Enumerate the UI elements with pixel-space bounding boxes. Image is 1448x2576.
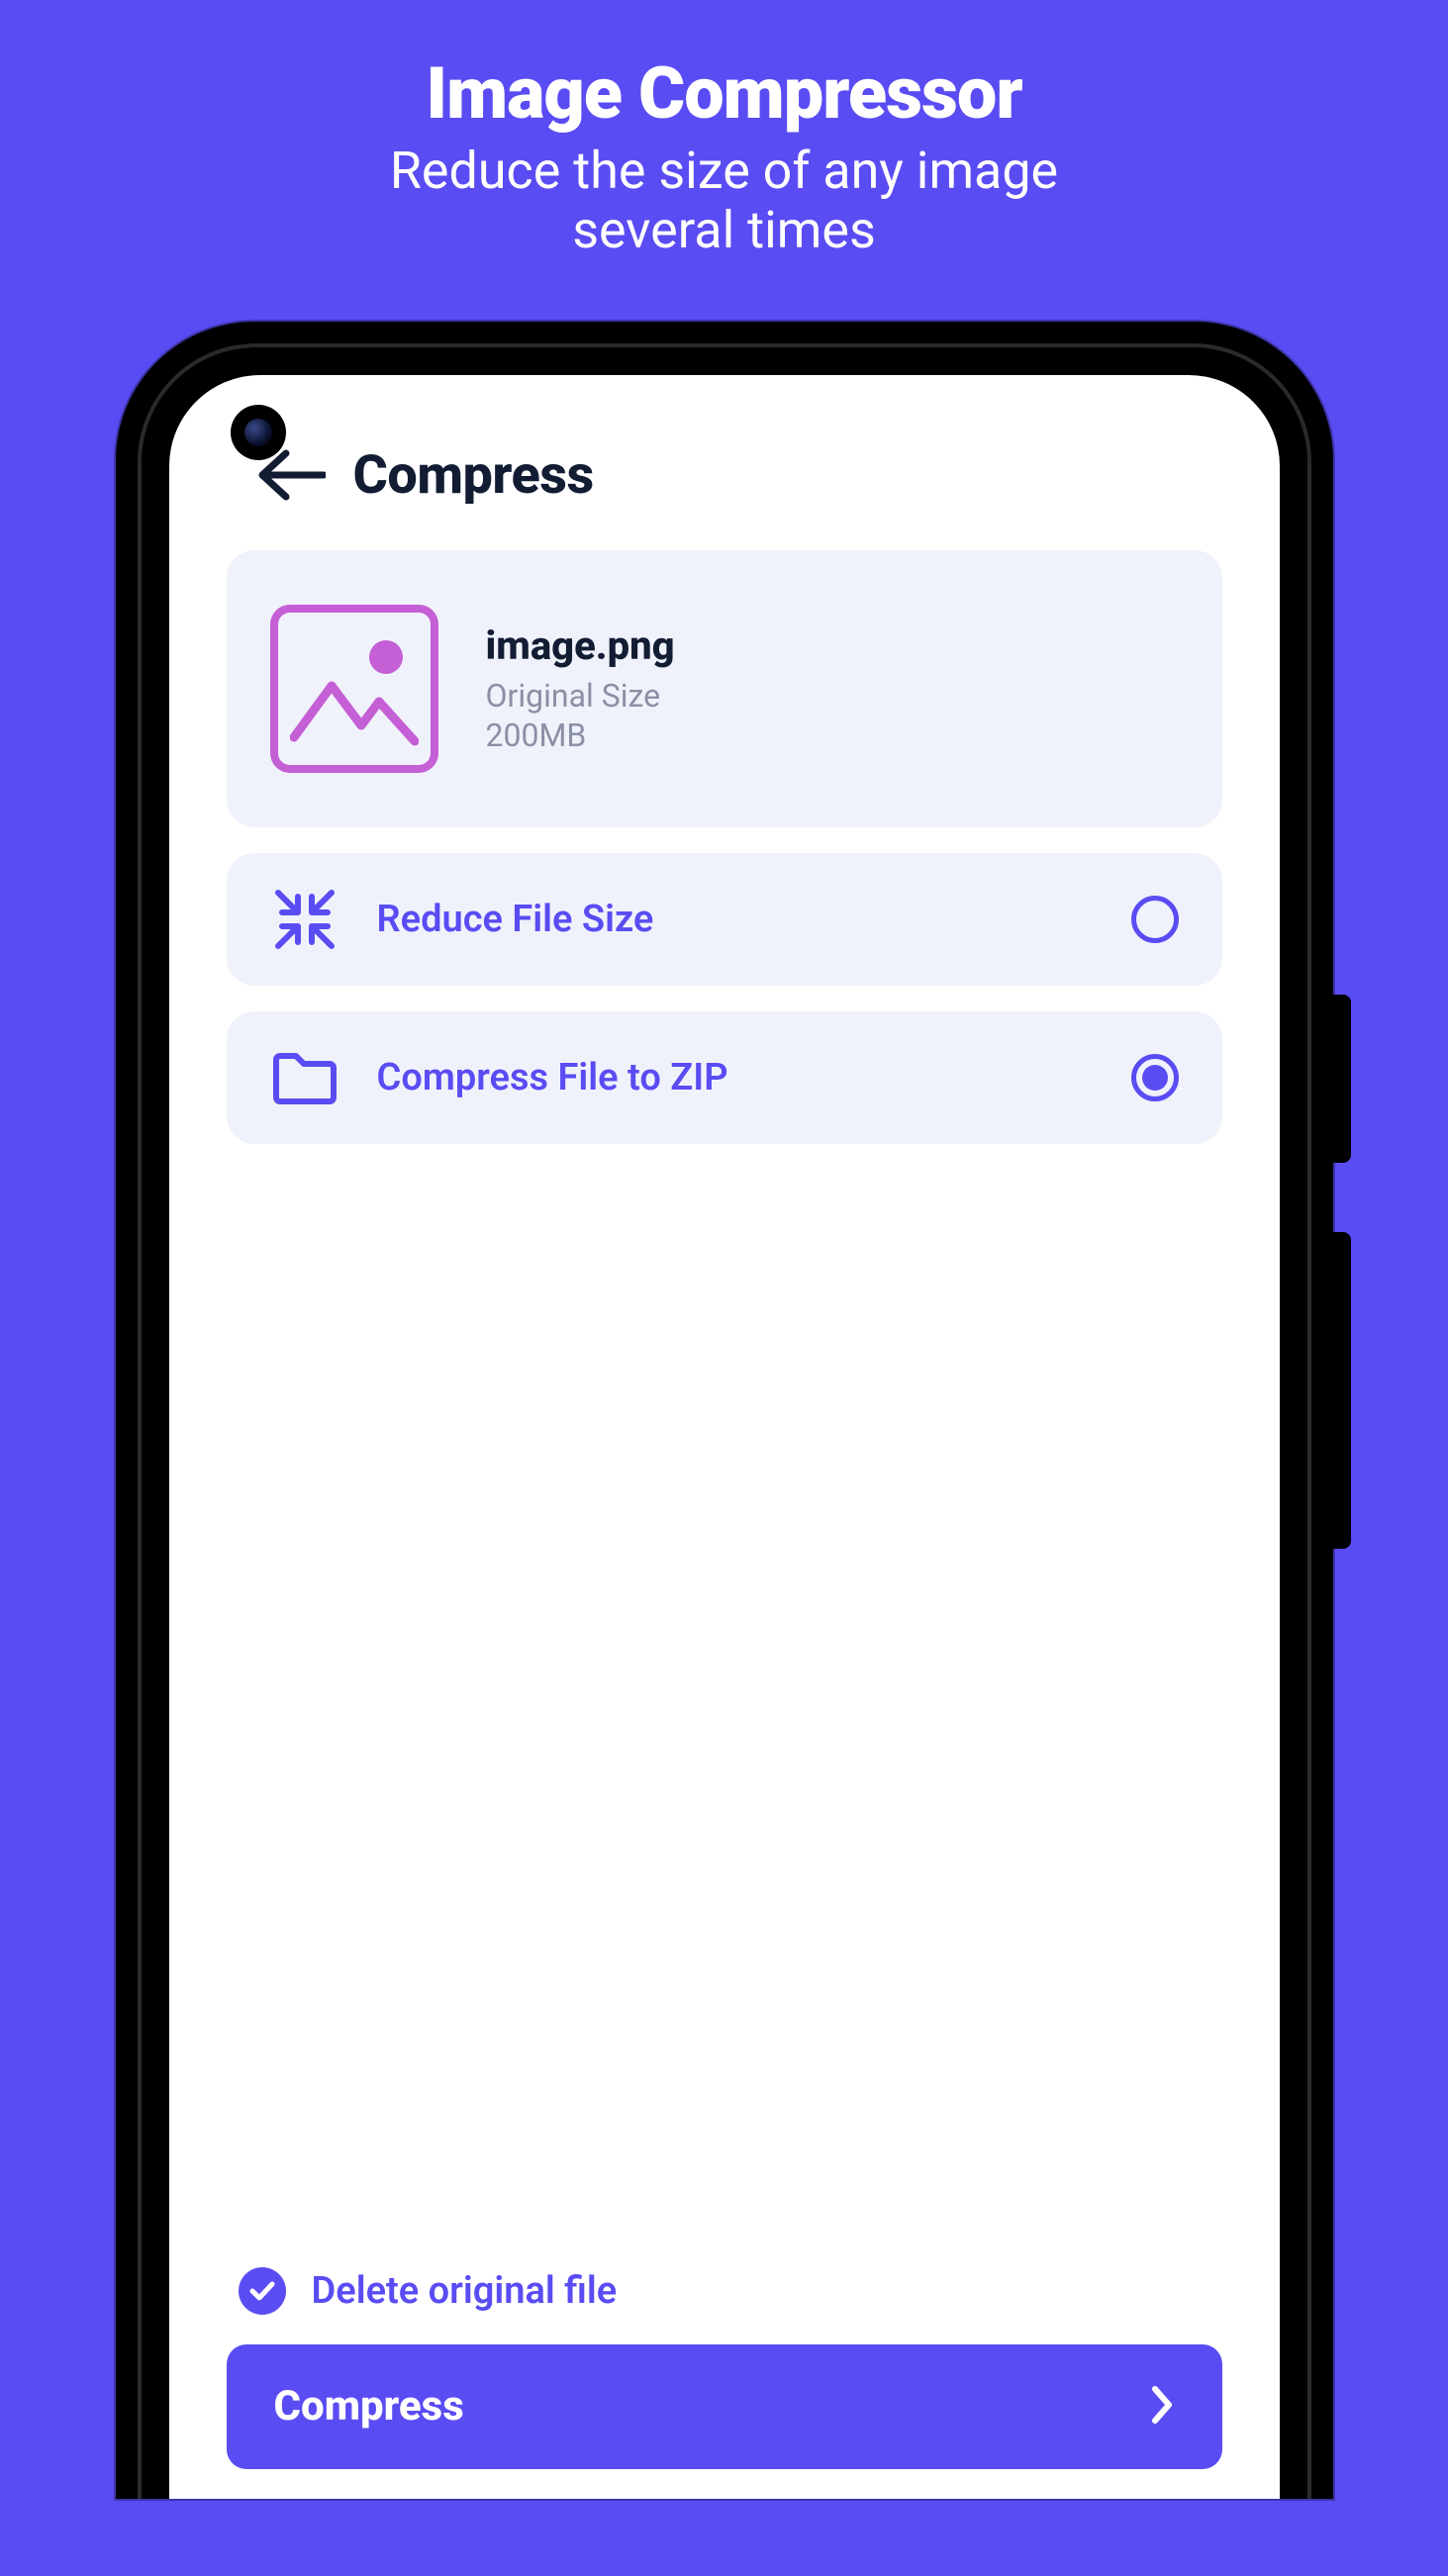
- compress-button-label: Compress: [274, 2382, 1149, 2431]
- file-size-value: 200MB: [486, 716, 675, 754]
- checkmark-icon: [239, 2267, 286, 2315]
- promo-subtitle-line1: Reduce the size of any image: [390, 142, 1058, 201]
- option-label: Compress File to ZIP: [377, 1056, 1094, 1099]
- phone-side-button-large: [1333, 1232, 1351, 1549]
- option-reduce-file-size[interactable]: Reduce File Size: [227, 853, 1222, 986]
- promo-title: Image Compressor: [426, 51, 1021, 136]
- promo-subtitle-line2: several times: [390, 201, 1058, 260]
- promo-subtitle: Reduce the size of any image several tim…: [390, 142, 1058, 260]
- spacer: [227, 1144, 1222, 2267]
- content: image.png Original Size 200MB Reduce Fil…: [169, 530, 1280, 2499]
- file-name: image.png: [486, 622, 675, 669]
- delete-original-label: Delete original file: [312, 2269, 618, 2313]
- option-label: Reduce File Size: [377, 898, 1094, 941]
- chevron-right-icon: [1149, 2385, 1175, 2429]
- image-placeholder-icon: [270, 605, 438, 773]
- delete-original-checkbox[interactable]: Delete original file: [227, 2267, 1222, 2344]
- file-size-label: Original Size: [486, 677, 675, 715]
- compress-button[interactable]: Compress: [227, 2344, 1222, 2469]
- phone-side-button-small: [1333, 995, 1351, 1163]
- phone-mockup: Compress image.png Original Size 200MB: [116, 322, 1333, 2499]
- file-info-card: image.png Original Size 200MB: [227, 550, 1222, 827]
- folder-icon: [270, 1050, 339, 1105]
- radio-selected[interactable]: [1131, 1054, 1179, 1101]
- topbar: Compress: [169, 375, 1280, 530]
- screen-title: Compress: [353, 444, 594, 507]
- radio-unselected[interactable]: [1131, 896, 1179, 943]
- file-meta: image.png Original Size 200MB: [486, 622, 675, 754]
- option-compress-to-zip[interactable]: Compress File to ZIP: [227, 1011, 1222, 1144]
- phone-camera-hole: [231, 405, 286, 460]
- app-screen: Compress image.png Original Size 200MB: [169, 375, 1280, 2499]
- shrink-arrows-icon: [270, 887, 339, 952]
